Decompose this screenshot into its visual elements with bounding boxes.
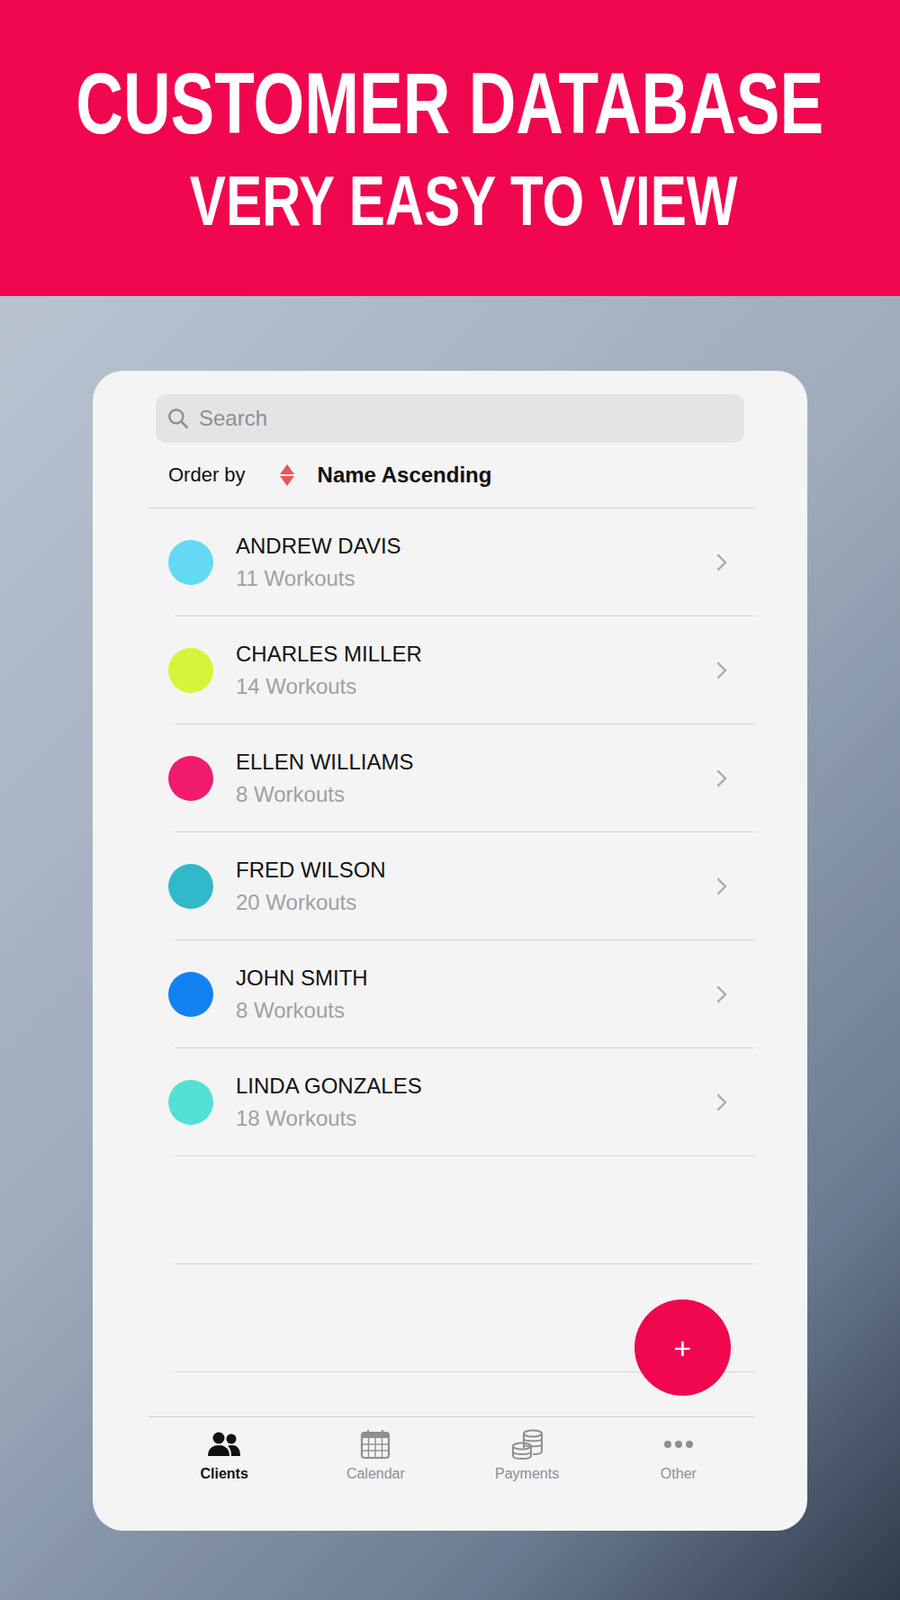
workout-count: 14 Workouts bbox=[235, 674, 717, 700]
add-client-button[interactable]: + bbox=[634, 1299, 731, 1396]
client-color-dot bbox=[168, 972, 214, 1017]
tab-label: Payments bbox=[495, 1466, 559, 1483]
workout-count: 11 Workouts bbox=[235, 566, 717, 592]
magnifier-icon bbox=[166, 406, 190, 431]
chevron-right-icon bbox=[716, 769, 728, 788]
workout-count: 8 Workouts bbox=[235, 998, 717, 1024]
client-name: JOHN SMITH bbox=[235, 965, 717, 991]
client-row[interactable]: ANDREW DAVIS 11 Workouts bbox=[148, 508, 755, 617]
client-color-dot bbox=[168, 756, 214, 801]
client-color-dot bbox=[168, 1080, 214, 1125]
client-list: ANDREW DAVIS 11 Workouts CHARLES MILLER 14 … bbox=[148, 508, 755, 1417]
calendar-icon bbox=[357, 1428, 394, 1461]
sort-arrows-icon bbox=[278, 462, 297, 488]
workout-count: 8 Workouts bbox=[235, 782, 717, 808]
chevron-right-icon bbox=[716, 553, 728, 572]
tab-label: Clients bbox=[199, 1466, 248, 1483]
client-name: ELLEN WILLIAMS bbox=[235, 749, 717, 775]
client-color-dot bbox=[168, 648, 214, 693]
client-name: ANDREW DAVIS bbox=[235, 533, 717, 559]
client-row[interactable]: LINDA GONZALES 18 Workouts bbox=[148, 1048, 755, 1157]
sort-row[interactable]: Order by Name Ascending bbox=[148, 442, 755, 509]
workout-count: 20 Workouts bbox=[235, 890, 717, 916]
chevron-right-icon bbox=[716, 661, 728, 680]
app-screen: Search Order by Name Ascending ANDREW DAVIS… bbox=[92, 370, 808, 1531]
search-placeholder: Search bbox=[198, 405, 268, 432]
tab-item[interactable]: Calendar bbox=[299, 1417, 451, 1531]
client-color-dot bbox=[168, 864, 214, 909]
search-field[interactable]: Search bbox=[155, 394, 745, 443]
tab-label: Calendar bbox=[346, 1466, 405, 1483]
client-name: FRED WILSON bbox=[235, 857, 717, 883]
tab-item[interactable]: Clients bbox=[148, 1417, 300, 1531]
more-dots-icon bbox=[660, 1428, 697, 1461]
chevron-right-icon bbox=[716, 1093, 728, 1112]
people-icon bbox=[206, 1428, 243, 1461]
client-row[interactable]: CHARLES MILLER 14 Workouts bbox=[148, 616, 755, 725]
tab-bar: Clients Calendar Payments Other bbox=[148, 1416, 755, 1531]
banner-subtitle: VERY EASY TO VIEW bbox=[189, 166, 738, 236]
promo-banner: CUSTOMER DATABASE VERY EASY TO VIEW bbox=[0, 0, 900, 297]
workout-count: 18 Workouts bbox=[235, 1106, 717, 1132]
tab-item[interactable]: Payments bbox=[451, 1417, 603, 1531]
tab-item[interactable]: Other bbox=[603, 1417, 755, 1531]
banner-title: CUSTOMER DATABASE bbox=[76, 60, 825, 147]
client-row[interactable]: ELLEN WILLIAMS 8 Workouts bbox=[148, 724, 755, 833]
page: CUSTOMER DATABASE VERY EASY TO VIEW Search… bbox=[0, 0, 900, 1600]
chevron-right-icon bbox=[716, 985, 728, 1004]
client-name: LINDA GONZALES bbox=[235, 1073, 717, 1099]
chevron-right-icon bbox=[716, 877, 728, 896]
client-color-dot bbox=[168, 540, 214, 585]
sort-value: Name Ascending bbox=[317, 462, 493, 488]
client-row[interactable]: JOHN SMITH 8 Workouts bbox=[148, 940, 755, 1049]
coins-icon bbox=[509, 1428, 546, 1461]
client-name: CHARLES MILLER bbox=[235, 641, 717, 667]
background-photo: Search Order by Name Ascending ANDREW DAVIS… bbox=[0, 296, 900, 1600]
sort-label: Order by bbox=[168, 463, 246, 487]
tab-label: Other bbox=[660, 1466, 697, 1483]
empty-row bbox=[148, 1156, 755, 1265]
client-row[interactable]: FRED WILSON 20 Workouts bbox=[148, 832, 755, 941]
